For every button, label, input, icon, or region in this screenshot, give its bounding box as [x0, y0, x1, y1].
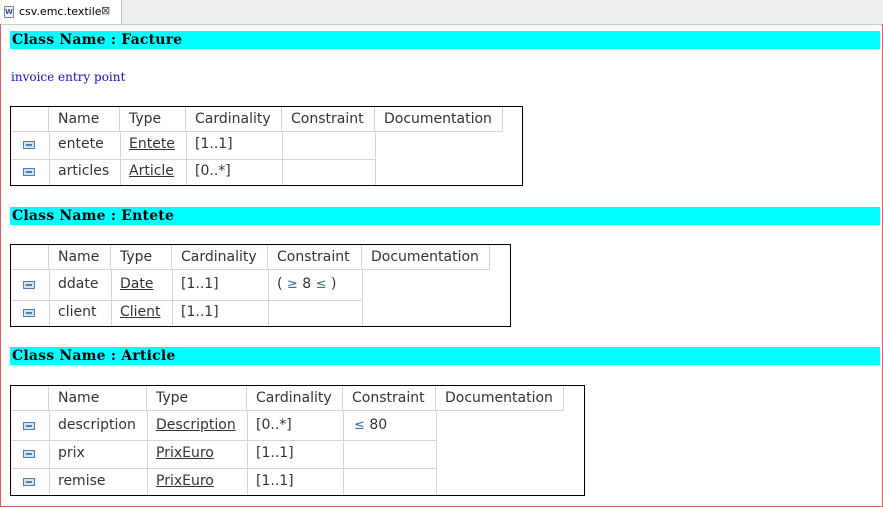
- class-header-entete: Class Name : Entete: [10, 207, 880, 225]
- class-header-article: Class Name : Article: [10, 347, 880, 365]
- attribute-name: remise: [58, 473, 106, 489]
- tab-label: csv.emc.textile: [19, 5, 102, 18]
- attributes-table-facture: Name Type Cardinality Constraint Documen…: [10, 106, 523, 186]
- col-header-type[interactable]: Type: [111, 245, 172, 270]
- col-header-type[interactable]: Type: [120, 107, 186, 132]
- constraint-open-paren: (: [277, 276, 283, 292]
- attribute-type-link[interactable]: PrixEuro: [156, 473, 214, 489]
- attribute-type-link[interactable]: PrixEuro: [156, 445, 214, 461]
- attribute-name: ddate: [58, 276, 99, 292]
- class-header-title: Class Name : Entete: [12, 208, 175, 224]
- attribute-cardinality: [0..*]: [195, 163, 231, 179]
- attribute-icon: [23, 168, 35, 176]
- attributes-table-article: Name Type Cardinality Constraint Documen…: [10, 385, 585, 496]
- attribute-type-link[interactable]: Entete: [129, 136, 175, 152]
- col-header-constraint[interactable]: Constraint: [343, 386, 436, 411]
- constraint-value: 80: [369, 417, 388, 433]
- col-header-name[interactable]: Name: [49, 107, 120, 132]
- constraint-value: 8: [302, 276, 312, 292]
- table-header-icon-col: [11, 386, 49, 411]
- attribute-constraint: ( ≥ 8 ≤ ): [277, 276, 336, 292]
- attribute-type-link[interactable]: Article: [129, 163, 174, 179]
- attribute-cardinality: [1..1]: [195, 136, 233, 152]
- class-header-facture: Class Name : Facture: [10, 31, 880, 49]
- table-header-icon-col: [11, 107, 49, 132]
- attribute-icon: [23, 478, 35, 486]
- col-header-documentation[interactable]: Documentation: [436, 386, 564, 411]
- textile-file-icon: W: [4, 6, 14, 18]
- attribute-name: description: [58, 417, 136, 433]
- attribute-icon: [23, 141, 35, 149]
- col-header-cardinality[interactable]: Cardinality: [172, 245, 268, 270]
- attribute-type-link[interactable]: Description: [156, 417, 236, 433]
- attribute-name: entete: [58, 136, 104, 152]
- attribute-type-link[interactable]: Date: [120, 276, 153, 292]
- max-length-icon: ≤: [354, 418, 365, 433]
- col-header-type[interactable]: Type: [147, 386, 247, 411]
- attributes-table-entete: Name Type Cardinality Constraint Documen…: [10, 244, 511, 327]
- col-header-constraint[interactable]: Constraint: [282, 107, 375, 132]
- attribute-cardinality: [1..1]: [181, 304, 219, 320]
- attribute-cardinality: [1..1]: [256, 445, 294, 461]
- col-header-constraint[interactable]: Constraint: [268, 245, 362, 270]
- table-header-icon-col: [11, 245, 49, 270]
- col-header-documentation[interactable]: Documentation: [375, 107, 503, 132]
- attribute-icon: [23, 450, 35, 458]
- editor-tab-bar: W csv.emc.textile ⊠: [0, 0, 883, 25]
- attribute-cardinality: [1..1]: [256, 473, 294, 489]
- attribute-cardinality: [0..*]: [256, 417, 292, 433]
- col-header-documentation[interactable]: Documentation: [362, 245, 490, 270]
- col-header-constraint-cardinality[interactable]: Cardinality: [247, 386, 343, 411]
- class-header-title: Class Name : Facture: [12, 32, 183, 48]
- close-icon[interactable]: ⊠: [101, 4, 110, 17]
- col-header-name[interactable]: Name: [49, 245, 111, 270]
- attribute-name: prix: [58, 445, 85, 461]
- attribute-cardinality: [1..1]: [181, 276, 219, 292]
- attribute-icon: [23, 422, 35, 430]
- class-header-title: Class Name : Article: [12, 348, 176, 364]
- min-length-icon: ≥: [286, 277, 298, 292]
- tab-csv-emc-textile[interactable]: W csv.emc.textile ⊠: [0, 0, 122, 24]
- class-description: invoice entry point: [11, 70, 126, 84]
- col-header-cardinality[interactable]: Cardinality: [186, 107, 282, 132]
- attribute-icon: [23, 309, 35, 317]
- attribute-icon: [23, 281, 35, 289]
- max-length-icon: ≤: [315, 277, 327, 292]
- constraint-close-paren: ): [331, 276, 337, 292]
- attribute-type-link[interactable]: Client: [120, 304, 161, 320]
- attribute-name: articles: [58, 163, 110, 179]
- col-header-name[interactable]: Name: [49, 386, 147, 411]
- attribute-constraint: ≤ 80: [354, 417, 387, 433]
- attribute-name: client: [58, 304, 97, 320]
